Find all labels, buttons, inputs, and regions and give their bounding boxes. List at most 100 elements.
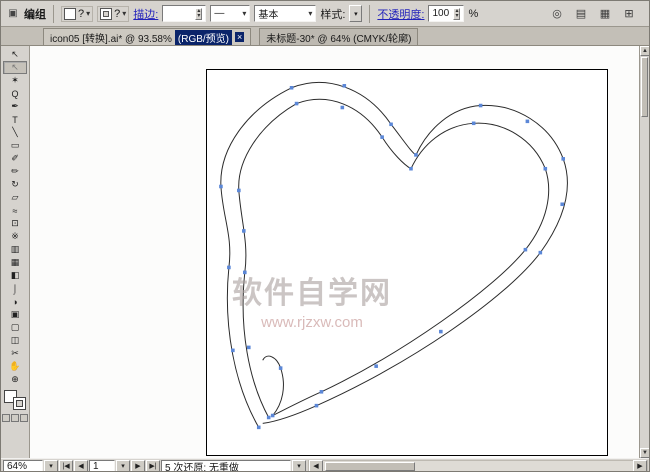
document-tab-untitled30[interactable]: 未标题-30* @ 64% (CMYK/轮廓) xyxy=(259,28,418,45)
type-tool[interactable]: T xyxy=(3,113,27,126)
scale-tool[interactable]: ▱ xyxy=(3,191,27,204)
anchor-point[interactable] xyxy=(257,426,261,430)
anchor-point[interactable] xyxy=(561,157,565,161)
eyedropper-tool[interactable]: ⌡ xyxy=(3,282,27,295)
slice-tool[interactable]: ◫ xyxy=(3,334,27,347)
paintbrush-tool[interactable]: ✐ xyxy=(3,152,27,165)
anchor-point[interactable] xyxy=(271,414,275,418)
anchor-point[interactable] xyxy=(315,404,319,408)
horizontal-scroll-thumb[interactable] xyxy=(325,462,415,471)
anchor-point[interactable] xyxy=(227,266,231,270)
anchor-point[interactable] xyxy=(231,349,235,353)
horizontal-scrollbar[interactable]: ◀ ▶ xyxy=(308,460,648,472)
magic-wand-tool[interactable]: ✶ xyxy=(3,74,27,87)
direct-selection-tool[interactable]: ↖ xyxy=(3,61,27,74)
anchor-point[interactable] xyxy=(219,185,223,189)
anchor-point[interactable] xyxy=(472,122,476,126)
page-number-field[interactable]: 1 xyxy=(89,460,115,472)
reshape-icon[interactable]: ◎ xyxy=(548,5,566,23)
heart-path[interactable] xyxy=(263,356,284,415)
align-panel-icon[interactable]: ▤ xyxy=(572,5,590,23)
rectangle-tool[interactable]: ▭ xyxy=(3,139,27,152)
mesh-tool[interactable]: ▦ xyxy=(3,256,27,269)
blend-tool[interactable]: ◑ xyxy=(3,295,27,308)
anchor-point[interactable] xyxy=(439,330,443,334)
opacity-combo[interactable]: 100 ▴▾ xyxy=(428,5,464,22)
stroke-panel-link[interactable]: 描边: xyxy=(133,6,158,22)
anchor-point[interactable] xyxy=(479,104,483,108)
vertical-scrollbar[interactable]: ▲ ▼ xyxy=(639,46,649,458)
gradient-mode-icon[interactable] xyxy=(11,414,19,422)
pencil-tool[interactable]: ✏ xyxy=(3,165,27,178)
transform-panel-icon[interactable]: ▦ xyxy=(596,5,614,23)
line-segment-tool[interactable]: ╲ xyxy=(3,126,27,139)
anchor-point[interactable] xyxy=(539,251,543,255)
anchor-point[interactable] xyxy=(247,346,251,350)
live-paint-bucket-tool[interactable]: ▣ xyxy=(3,308,27,321)
artboard[interactable]: 软件自学网 www.rjzxw.com xyxy=(206,69,608,456)
anchor-point[interactable] xyxy=(341,106,345,110)
status-dropdown-icon[interactable]: ▾ xyxy=(292,460,306,472)
opacity-panel-link[interactable]: 不透明度: xyxy=(377,6,424,22)
stroke-weight-combo[interactable]: ▴▾ xyxy=(162,5,206,22)
heart-path[interactable] xyxy=(239,99,549,417)
anchor-point[interactable] xyxy=(526,120,530,124)
none-mode-icon[interactable] xyxy=(20,414,28,422)
anchor-point[interactable] xyxy=(295,102,299,106)
scroll-track[interactable] xyxy=(640,118,649,448)
status-dropdown[interactable]: 5 次还原: 无重做 xyxy=(161,460,291,472)
stroke-color-control[interactable]: ? ▾ xyxy=(97,6,129,22)
symbol-sprayer-tool[interactable]: ※ xyxy=(3,230,27,243)
anchor-point[interactable] xyxy=(380,135,384,139)
spinner-icon[interactable]: ▴▾ xyxy=(453,8,460,20)
document-tab-icon05[interactable]: icon05 [转换].ai* @ 93.58% (RGB/预览) × xyxy=(43,28,251,45)
lasso-tool[interactable]: Q xyxy=(3,87,27,100)
scroll-up-icon[interactable]: ▲ xyxy=(640,46,649,56)
heart-outline-drawing[interactable] xyxy=(207,70,607,455)
stroke-swatch[interactable] xyxy=(13,397,26,410)
live-paint-selection-tool[interactable]: ▢ xyxy=(3,321,27,334)
close-icon[interactable]: × xyxy=(235,32,244,42)
scroll-right-icon[interactable]: ▶ xyxy=(633,460,647,472)
zoom-level-dropdown[interactable]: 64% xyxy=(3,460,43,472)
anchor-point[interactable] xyxy=(409,167,413,171)
rotate-tool[interactable]: ↻ xyxy=(3,178,27,191)
graph-tool[interactable]: ▥ xyxy=(3,243,27,256)
scissors-tool[interactable]: ✂ xyxy=(3,347,27,360)
warp-tool[interactable]: ≈ xyxy=(3,204,27,217)
anchor-point[interactable] xyxy=(267,416,271,420)
zoom-dropdown-icon[interactable]: ▾ xyxy=(44,460,58,472)
anchor-point[interactable] xyxy=(320,390,324,394)
first-page-button[interactable]: |◀ xyxy=(59,460,73,472)
fill-stroke-swatches[interactable] xyxy=(3,389,27,411)
vertical-scroll-thumb[interactable] xyxy=(641,57,648,117)
anchor-point[interactable] xyxy=(279,366,283,370)
previous-page-button[interactable]: ◀ xyxy=(74,460,88,472)
fill-color-control[interactable]: ? ▾ xyxy=(61,6,93,22)
selection-tool[interactable]: ↖ xyxy=(3,48,27,61)
anchor-point[interactable] xyxy=(389,123,393,127)
next-page-button[interactable]: ▶ xyxy=(131,460,145,472)
anchor-point[interactable] xyxy=(560,202,564,206)
style-dropdown[interactable]: ▾ xyxy=(349,5,362,22)
canvas-area[interactable]: 软件自学网 www.rjzxw.com xyxy=(30,46,639,458)
free-transform-tool[interactable]: ⊡ xyxy=(3,217,27,230)
page-dropdown-icon[interactable]: ▾ xyxy=(116,460,130,472)
color-mode-icon[interactable] xyxy=(2,414,10,422)
gradient-tool[interactable]: ◧ xyxy=(3,269,27,282)
anchor-point[interactable] xyxy=(544,167,548,171)
more-options-icon[interactable]: ⊞ xyxy=(620,5,638,23)
scroll-left-icon[interactable]: ◀ xyxy=(309,460,323,472)
width-profile-dropdown[interactable]: — ▾ xyxy=(210,5,250,22)
spinner-icon[interactable]: ▴▾ xyxy=(195,8,202,20)
last-page-button[interactable]: ▶| xyxy=(146,460,160,472)
anchor-point[interactable] xyxy=(343,84,347,88)
anchor-point[interactable] xyxy=(414,153,418,157)
scroll-down-icon[interactable]: ▼ xyxy=(640,448,649,458)
anchor-point[interactable] xyxy=(243,271,247,275)
anchor-point[interactable] xyxy=(524,248,528,252)
anchor-point[interactable] xyxy=(242,229,246,233)
brush-definition-dropdown[interactable]: 基本 ▾ xyxy=(254,5,316,22)
pen-tool[interactable]: ✒ xyxy=(3,100,27,113)
hand-tool[interactable]: ✋ xyxy=(3,360,27,373)
